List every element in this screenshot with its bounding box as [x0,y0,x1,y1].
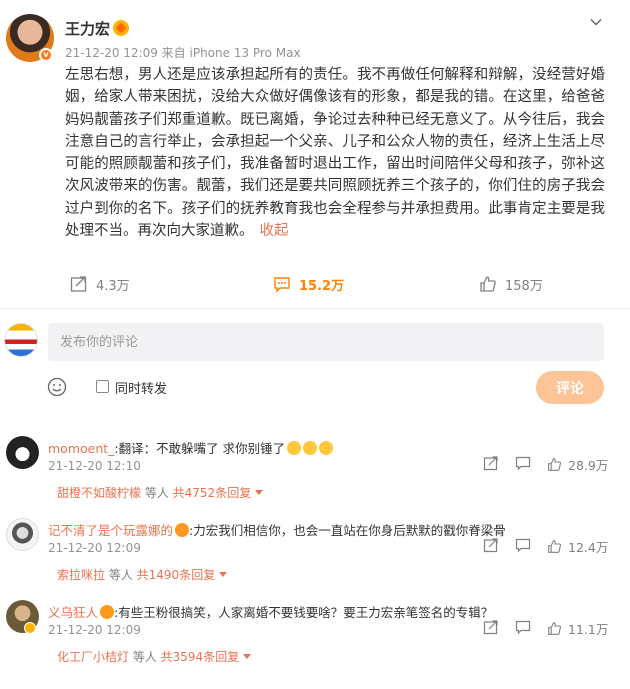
forward-checkbox[interactable] [96,380,109,393]
comment-time: 21-12-20 12:10 [48,459,141,473]
reply-user[interactable]: 甜橙不如酸柠檬 [57,486,141,500]
repost-button[interactable]: 4.3万 [70,270,130,298]
comment-input[interactable] [48,323,604,361]
reply-mid: 等人 [129,650,161,664]
chevron-down-icon[interactable] [590,16,602,28]
reply-mid: 等人 [105,568,137,582]
comment-time: 21-12-20 12:09 [48,623,141,637]
reply-summary[interactable]: 甜橙不如酸柠檬 等人 共4752条回复 [57,484,264,501]
comment-body: :有些王粉很搞笑，人家离婚不要钱要啥？要王力宏亲笔签名的专辑？ [114,605,494,620]
post-header: v 王力宏 21-12-20 12:09 来自 iPhone 13 Pro Ma… [6,12,624,62]
caret-down-icon [243,654,252,659]
share-icon[interactable] [483,619,499,635]
comment-like-count: 12.4万 [568,540,609,555]
reply-icon[interactable] [515,537,531,553]
comment-item: 记不清了是个玩露娜的 :力宏我们相信你，也会一直站在你身后默默的戳你脊梁骨 21-… [0,518,630,598]
verified-icon [24,622,36,634]
author-name[interactable]: 王力宏 [65,18,110,39]
like-count: 158万 [505,278,543,294]
post-body-text: 左思右想，男人还是应该承担起所有的责任。我不再做任何解释和辩解，没经营好婚姻，给… [65,67,605,240]
commenter-name[interactable]: 记不清了是个玩露娜的 [48,523,173,538]
post-action-bar: 4.3万 15.2万 158万 [0,270,630,298]
reply-count[interactable]: 共4752条回复 [173,486,252,500]
crying-emoji-icon [319,441,334,455]
post-body: 左思右想，男人还是应该承担起所有的责任。我不再做任何解释和辩解，没经营好婚姻，给… [65,64,605,242]
comment-like-button[interactable]: 12.4万 [547,537,608,556]
comment-like-count: 11.1万 [568,622,609,637]
thumbs-up-icon [480,276,496,292]
comment-like-count: 28.9万 [568,458,609,473]
forward-label: 同时转发 [115,382,168,397]
caret-down-icon [219,572,228,577]
reply-count[interactable]: 共3594条回复 [161,650,240,664]
like-button[interactable]: 158万 [479,270,543,298]
reply-summary[interactable]: 化工厂小桔灯 等人 共3594条回复 [57,648,252,665]
thumbs-up-icon [548,458,562,471]
my-avatar [4,323,38,357]
share-icon[interactable] [483,537,499,553]
divider [0,308,630,309]
collapse-link[interactable]: 收起 [260,223,289,239]
comment-item: momoent_:翻译：不敢躲嘴了 求你别锤了 21-12-20 12:10 2… [0,436,630,516]
comment-like-button[interactable]: 11.1万 [547,619,608,638]
reply-icon[interactable] [515,619,531,635]
reply-summary[interactable]: 索拉咪拉 等人 共1490条回复 [57,566,228,583]
reply-mid: 等人 [141,486,173,500]
reply-count[interactable]: 共1490条回复 [137,568,216,582]
reply-icon[interactable] [515,455,531,471]
vip-icon [113,20,129,36]
crying-emoji-icon [287,441,302,455]
post-meta: 21-12-20 12:09 来自 iPhone 13 Pro Max [65,46,301,60]
verified-icon: v [39,48,53,62]
commenter-name[interactable]: 义乌狂人 [48,605,98,620]
comment-time: 21-12-20 12:09 [48,541,141,555]
reply-user[interactable]: 索拉咪拉 [57,568,105,582]
commenter-avatar[interactable] [6,436,39,469]
share-icon[interactable] [483,455,499,471]
thumbs-up-icon [548,622,562,635]
caret-down-icon [255,490,264,495]
crying-emoji-icon [303,441,318,455]
submit-comment-button[interactable]: 评论 [536,371,604,404]
comment-body: :翻译：不敢躲嘴了 求你别锤了 [114,441,286,456]
repost-count: 4.3万 [96,278,130,294]
commenter-name[interactable]: momoent_ [48,441,114,456]
comment-button[interactable]: 15.2万 [273,270,344,298]
comment-item: 义乌狂人 :有些王粉很搞笑，人家离婚不要钱要啥？要王力宏亲笔签名的专辑？ 21-1… [0,600,630,680]
repost-icon [70,276,87,292]
vip-icon [100,605,115,619]
reply-user[interactable]: 化工厂小桔灯 [57,650,129,664]
thumbs-up-icon [548,540,562,553]
comment-icon [274,277,290,293]
vip-icon [175,523,190,537]
comment-body: :力宏我们相信你，也会一直站在你身后默默的戳你脊梁骨 [189,523,506,538]
comment-count: 15.2万 [299,278,345,294]
comment-like-button[interactable]: 28.9万 [547,455,608,474]
emoji-icon[interactable] [47,377,67,397]
commenter-avatar[interactable] [6,518,39,551]
